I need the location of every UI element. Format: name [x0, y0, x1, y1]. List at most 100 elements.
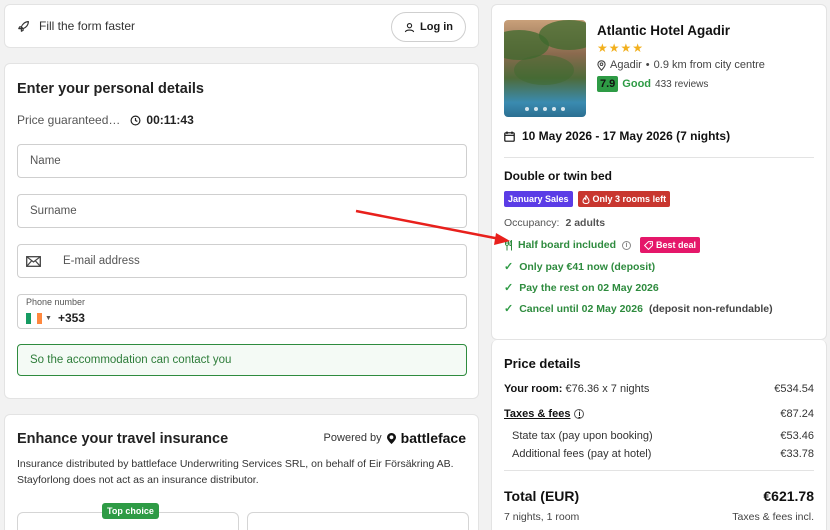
- taxes-row[interactable]: Taxes & fees i €87.24: [504, 408, 814, 420]
- email-field[interactable]: E-mail address: [17, 244, 467, 278]
- rating-word: Good: [622, 78, 652, 90]
- cancel-note: (deposit non-refundable): [648, 302, 773, 315]
- powered-by: Powered by battleface: [324, 430, 466, 446]
- occupancy-label: Occupancy:: [504, 217, 560, 229]
- login-label: Log in: [420, 21, 453, 33]
- pay-rest-text: Pay the rest on 02 May 2026: [519, 281, 659, 294]
- state-tax-value: €53.46: [780, 430, 814, 442]
- best-deal-text: Best deal: [656, 240, 697, 250]
- personal-details-card: Enter your personal details Price guaran…: [4, 63, 479, 399]
- hotel-stars: ★★★★: [597, 41, 645, 55]
- name-field[interactable]: Name: [17, 144, 467, 178]
- surname-field[interactable]: Surname: [17, 194, 467, 228]
- calendar-icon: [504, 131, 515, 142]
- meal-plan-text: Half board included: [518, 239, 617, 251]
- check-icon: ✓: [504, 261, 514, 273]
- mail-icon: [26, 255, 41, 267]
- occupancy: Occupancy: 2 adults: [504, 217, 605, 229]
- tag-icon: [644, 240, 653, 250]
- phone-field[interactable]: Phone number ▼ +353: [17, 294, 467, 329]
- countdown-timer: 00:11:43: [130, 113, 194, 127]
- review-count: 433 reviews: [655, 78, 709, 90]
- nights-rooms: 7 nights, 1 room: [504, 511, 580, 523]
- additional-fees-label: Additional fees (pay at hotel): [512, 448, 652, 460]
- hotel-city: Agadir: [610, 59, 642, 71]
- hotel-location: Agadir • 0.9 km from city centre: [597, 59, 765, 71]
- price-details-card: Price details Your room: €76.36 x 7 nigh…: [491, 340, 827, 530]
- january-sales-badge: January Sales: [504, 191, 573, 207]
- contact-note: So the accommodation can contact you: [17, 344, 467, 376]
- state-tax-row: State tax (pay upon booking) €53.46: [512, 430, 814, 442]
- total-value: €621.78: [763, 488, 814, 504]
- taxes-included: Taxes & fees incl.: [732, 511, 814, 523]
- timer-value: 00:11:43: [146, 113, 194, 127]
- rooms-left-text: Only 3 rooms left: [592, 194, 667, 204]
- cancel-condition: ✓ Cancel until 02 May 2026 (deposit non-re…: [504, 302, 773, 316]
- rocket-icon: [18, 21, 29, 32]
- rating-score: 7.9: [597, 76, 619, 92]
- meal-plan: Half board included i Best deal: [504, 237, 701, 253]
- pay-rest-condition: ✓ Pay the rest on 02 May 2026: [504, 281, 659, 295]
- occupancy-value: 2 adults: [565, 217, 606, 229]
- deposit-condition: ✓ Only pay €41 now (deposit): [504, 260, 656, 274]
- stay-dates: 10 May 2026 - 17 May 2026 (7 nights): [504, 129, 730, 143]
- name-placeholder: Name: [30, 155, 61, 167]
- location-pin-icon: [597, 59, 606, 71]
- best-deal-badge: Best deal: [640, 237, 701, 253]
- room-price-detail: €76.36 x 7 nights: [565, 383, 650, 395]
- flame-icon: [582, 194, 590, 204]
- total-row: Total (EUR) €621.78: [504, 488, 814, 504]
- personal-details-title: Enter your personal details: [17, 81, 204, 97]
- hotel-rating: 7.9 Good 433 reviews: [597, 76, 708, 92]
- battleface-logo-icon: [386, 432, 396, 444]
- hotel-photo[interactable]: [504, 20, 586, 117]
- additional-fees-row: Additional fees (pay at hotel) €33.78: [512, 448, 814, 460]
- info-icon[interactable]: i: [574, 409, 585, 419]
- additional-fees-value: €33.78: [780, 448, 814, 460]
- photo-carousel-dots[interactable]: [504, 107, 586, 111]
- hotel-summary-card: Atlantic Hotel Agadir ★★★★ Agadir • 0.9 …: [491, 4, 827, 340]
- autofill-text: Fill the form faster: [39, 19, 136, 33]
- phone-label: Phone number: [26, 297, 86, 307]
- login-button[interactable]: Log in: [391, 12, 466, 42]
- total-subtext-row: 7 nights, 1 room Taxes & fees incl.: [504, 511, 814, 523]
- state-tax-label: State tax (pay upon booking): [512, 430, 653, 442]
- battleface-brand: battleface: [400, 430, 466, 446]
- divider: [504, 157, 814, 158]
- check-icon: ✓: [504, 282, 514, 294]
- divider: [504, 470, 814, 471]
- cancel-text: Cancel until 02 May 2026: [519, 302, 643, 315]
- price-guarantee: Price guaranteed… 00:11:43: [17, 113, 466, 127]
- room-type: Double or twin bed: [504, 169, 612, 183]
- check-icon: ✓: [504, 303, 514, 315]
- info-icon[interactable]: i: [622, 240, 632, 250]
- room-price-value: €534.54: [774, 383, 814, 395]
- room-price-row: Your room: €76.36 x 7 nights €534.54: [504, 383, 814, 395]
- room-badges: January Sales Only 3 rooms left: [504, 191, 671, 207]
- taxes-value: €87.24: [780, 408, 814, 420]
- autofill-bar: Fill the form faster Log in: [4, 4, 479, 48]
- price-details-title: Price details: [504, 356, 581, 371]
- room-price-label: Your room:: [504, 383, 563, 395]
- insurance-option-2[interactable]: [247, 512, 469, 530]
- deposit-text: Only pay €41 now (deposit): [519, 260, 656, 273]
- total-label: Total (EUR): [504, 488, 580, 504]
- insurance-card: Enhance your travel insurance Powered by…: [4, 414, 479, 530]
- insurance-text: Insurance distributed by battleface Unde…: [17, 458, 454, 486]
- country-dropdown-caret-icon[interactable]: ▼: [45, 315, 52, 322]
- hotel-distance: 0.9 km from city centre: [653, 59, 765, 71]
- phone-code: +353: [57, 311, 85, 325]
- surname-placeholder: Surname: [30, 205, 77, 217]
- rooms-left-badge: Only 3 rooms left: [577, 191, 671, 207]
- price-guaranteed-label: Price guaranteed…: [17, 113, 121, 127]
- stay-dates-text: 10 May 2026 - 17 May 2026 (7 nights): [522, 129, 731, 143]
- clock-icon: [130, 115, 141, 125]
- taxes-label[interactable]: Taxes & fees: [504, 408, 570, 420]
- user-icon: [404, 22, 415, 32]
- ireland-flag-icon[interactable]: [26, 312, 42, 324]
- hotel-name: Atlantic Hotel Agadir: [597, 23, 731, 38]
- separator-dot: •: [645, 59, 650, 71]
- cutlery-icon: [505, 239, 512, 250]
- email-placeholder: E-mail address: [63, 255, 140, 267]
- powered-by-label: Powered by: [323, 432, 382, 444]
